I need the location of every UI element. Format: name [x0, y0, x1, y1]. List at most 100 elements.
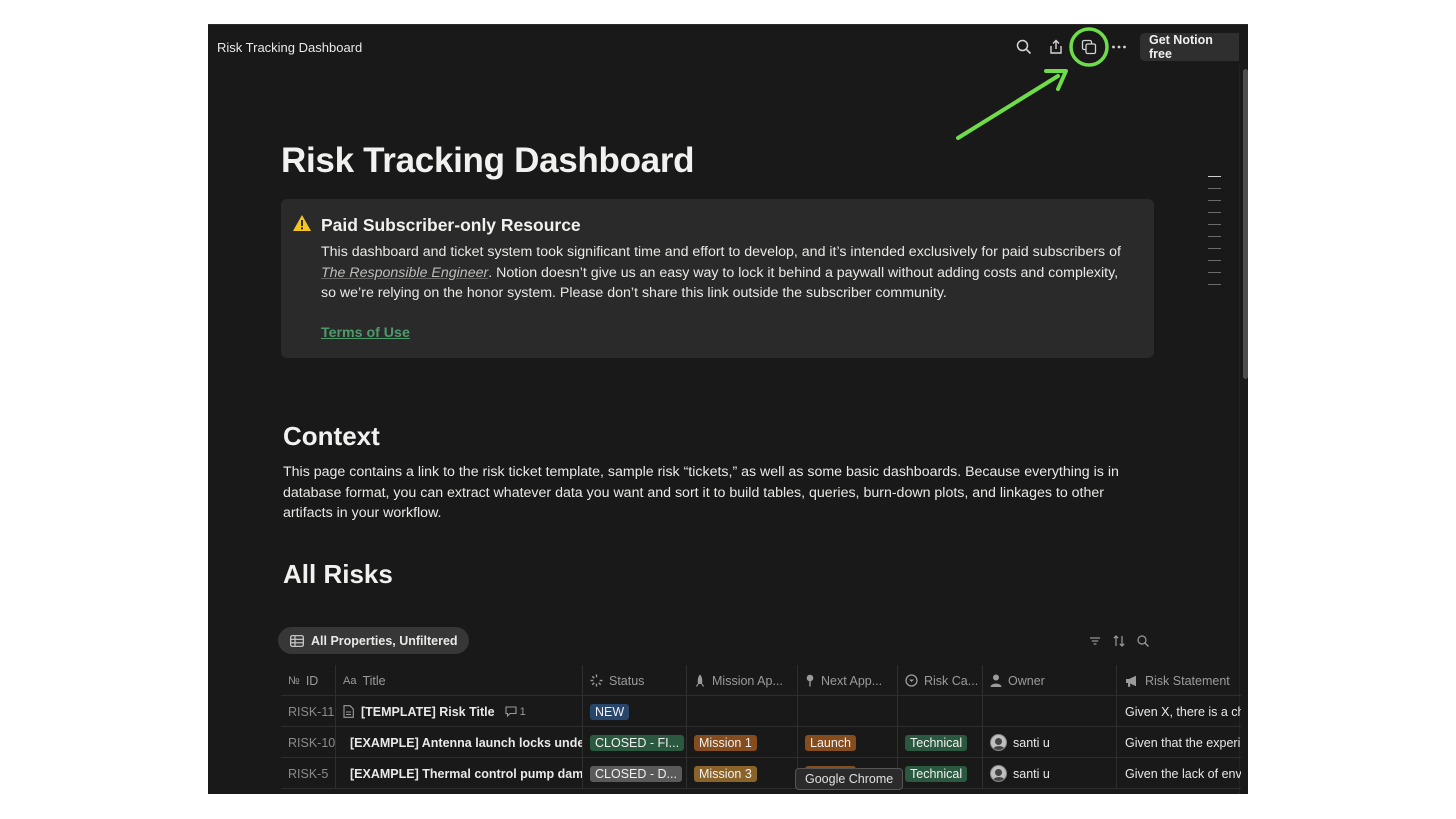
column-header-title[interactable]: Aa Title — [336, 665, 583, 696]
column-header-risk-statement[interactable]: Risk Statement — [1117, 665, 1241, 696]
subscriber-callout: Paid Subscriber-only Resource This dashb… — [281, 199, 1154, 358]
column-header-id[interactable]: № ID — [281, 665, 336, 696]
number-icon: № — [288, 674, 300, 687]
category-tag: Technical — [905, 734, 968, 751]
sort-icon[interactable] — [1112, 634, 1126, 648]
comment-icon — [505, 706, 517, 717]
risk-statement[interactable]: Given that the experi — [1117, 727, 1241, 758]
avatar — [990, 765, 1007, 782]
person-icon — [990, 674, 1002, 687]
scrollbar-corner — [1239, 25, 1248, 65]
status-cell[interactable]: CLOSED - D... — [583, 758, 687, 789]
risk-title-cell[interactable]: [TEMPLATE] Risk Title 1 — [336, 696, 583, 727]
risk-title[interactable]: [EXAMPLE] Antenna launch locks unde — [350, 736, 582, 750]
status-cell[interactable]: CLOSED - FI... — [583, 727, 687, 758]
owner-name: santi u — [1013, 766, 1050, 781]
page-title[interactable]: Risk Tracking Dashboard — [281, 141, 695, 181]
column-header-next-approval[interactable]: Next App... — [798, 665, 898, 696]
table-row[interactable]: RISK-10 [EXAMPLE] Antenna launch locks u… — [281, 727, 1241, 758]
database-view-tab[interactable]: All Properties, Unfiltered — [278, 627, 469, 654]
table-row[interactable]: RISK-5 [EXAMPLE] Thermal control pump da… — [281, 758, 1241, 789]
avatar — [990, 734, 1007, 751]
owner-cell[interactable] — [983, 696, 1117, 727]
status-icon — [590, 674, 603, 687]
column-header-risk-category[interactable]: Risk Ca... — [898, 665, 983, 696]
warning-icon — [292, 214, 312, 237]
text-property-icon: Aa — [343, 674, 357, 687]
breadcrumb-page-name[interactable]: Risk Tracking Dashboard — [217, 40, 362, 55]
select-icon — [905, 674, 918, 687]
toc-marker[interactable] — [1208, 248, 1221, 249]
toc-marker[interactable] — [1208, 224, 1221, 225]
risk-title-cell[interactable]: [EXAMPLE] Thermal control pump dam — [336, 758, 583, 789]
toc-marker[interactable] — [1208, 284, 1221, 285]
column-header-owner[interactable]: Owner — [983, 665, 1117, 696]
status-tag: CLOSED - D... — [590, 765, 682, 782]
owner-cell[interactable]: santi u — [983, 758, 1117, 789]
column-header-mission[interactable]: Mission Ap... — [687, 665, 798, 696]
table-of-contents-rail[interactable] — [1208, 176, 1222, 296]
duplicate-icon[interactable] — [1079, 37, 1099, 57]
risk-statement[interactable]: Given the lack of env — [1117, 758, 1241, 789]
page-icon — [343, 705, 354, 718]
table-row[interactable]: RISK-11 [TEMPLATE] Risk Title 1 NEW Give… — [281, 696, 1241, 727]
risk-category-cell[interactable]: Technical — [898, 727, 983, 758]
table-view-icon — [290, 634, 304, 647]
toc-marker[interactable] — [1208, 212, 1221, 213]
risk-title[interactable]: [TEMPLATE] Risk Title — [361, 705, 495, 719]
mission-tag: Mission 3 — [694, 765, 757, 782]
risk-title[interactable]: [EXAMPLE] Thermal control pump dam — [350, 767, 582, 781]
next-approval-cell[interactable] — [798, 696, 898, 727]
callout-body: This dashboard and ticket system took si… — [321, 242, 1131, 304]
terms-of-use-link[interactable]: Terms of Use — [321, 325, 410, 341]
toc-marker[interactable] — [1208, 260, 1221, 261]
toc-marker[interactable] — [1208, 200, 1221, 201]
callout-heading: Paid Subscriber-only Resource — [321, 215, 581, 235]
owner-cell[interactable]: santi u — [983, 727, 1117, 758]
top-bar: Risk Tracking Dashboard Get Notion free — [208, 25, 1248, 69]
status-tag: NEW — [590, 703, 630, 720]
risk-statement[interactable]: Given X, there is a ch — [1117, 696, 1241, 727]
more-icon[interactable] — [1109, 37, 1129, 57]
search-icon[interactable] — [1014, 37, 1034, 57]
toc-marker[interactable] — [1208, 176, 1221, 177]
scrollbar-thumb[interactable] — [1243, 69, 1248, 379]
app-tooltip: Google Chrome — [795, 768, 904, 790]
pin-icon — [806, 674, 814, 687]
context-heading: Context — [283, 421, 380, 451]
risk-title-cell[interactable]: [EXAMPLE] Antenna launch locks unde — [336, 727, 583, 758]
owner-name: santi u — [1013, 735, 1050, 750]
table-search-icon[interactable] — [1136, 634, 1150, 648]
risk-category-cell[interactable]: Technical — [898, 758, 983, 789]
callout-text-before: This dashboard and ticket system took si… — [321, 244, 1121, 260]
category-tag: Technical — [905, 765, 968, 782]
get-notion-free-button[interactable]: Get Notion free — [1140, 33, 1248, 61]
risk-id: RISK-10 — [281, 727, 336, 758]
mission-cell[interactable]: Mission 1 — [687, 727, 798, 758]
toc-marker[interactable] — [1208, 272, 1221, 273]
risk-id: RISK-11 — [281, 696, 336, 727]
mission-cell[interactable] — [687, 696, 798, 727]
table-header-row: № ID Aa Title Status Mission Ap... Next Ap… — [281, 665, 1241, 696]
notion-window: Risk Tracking Dashboard Get Notion free … — [208, 24, 1248, 794]
all-risks-heading: All Risks — [283, 559, 393, 589]
status-tag: CLOSED - FI... — [590, 734, 685, 751]
megaphone-icon — [1126, 675, 1136, 687]
next-approval-tag: Launch — [805, 734, 857, 751]
status-cell[interactable]: NEW — [583, 696, 687, 727]
risk-category-cell[interactable] — [898, 696, 983, 727]
toc-marker[interactable] — [1208, 236, 1221, 237]
risk-id: RISK-5 — [281, 758, 336, 789]
toc-marker[interactable] — [1208, 188, 1221, 189]
column-header-status[interactable]: Status — [583, 665, 687, 696]
publication-name: The Responsible Engineer — [321, 264, 489, 281]
comment-count[interactable]: 1 — [505, 706, 526, 718]
context-paragraph: This page contains a link to the risk ti… — [283, 464, 1119, 522]
share-icon[interactable] — [1046, 37, 1066, 57]
mission-cell[interactable]: Mission 3 — [687, 758, 798, 789]
rocket-icon — [695, 674, 705, 687]
view-label: All Properties, Unfiltered — [311, 633, 458, 648]
filter-icon[interactable] — [1088, 634, 1102, 648]
mission-tag: Mission 1 — [694, 734, 757, 751]
next-approval-cell[interactable]: Launch — [798, 727, 898, 758]
